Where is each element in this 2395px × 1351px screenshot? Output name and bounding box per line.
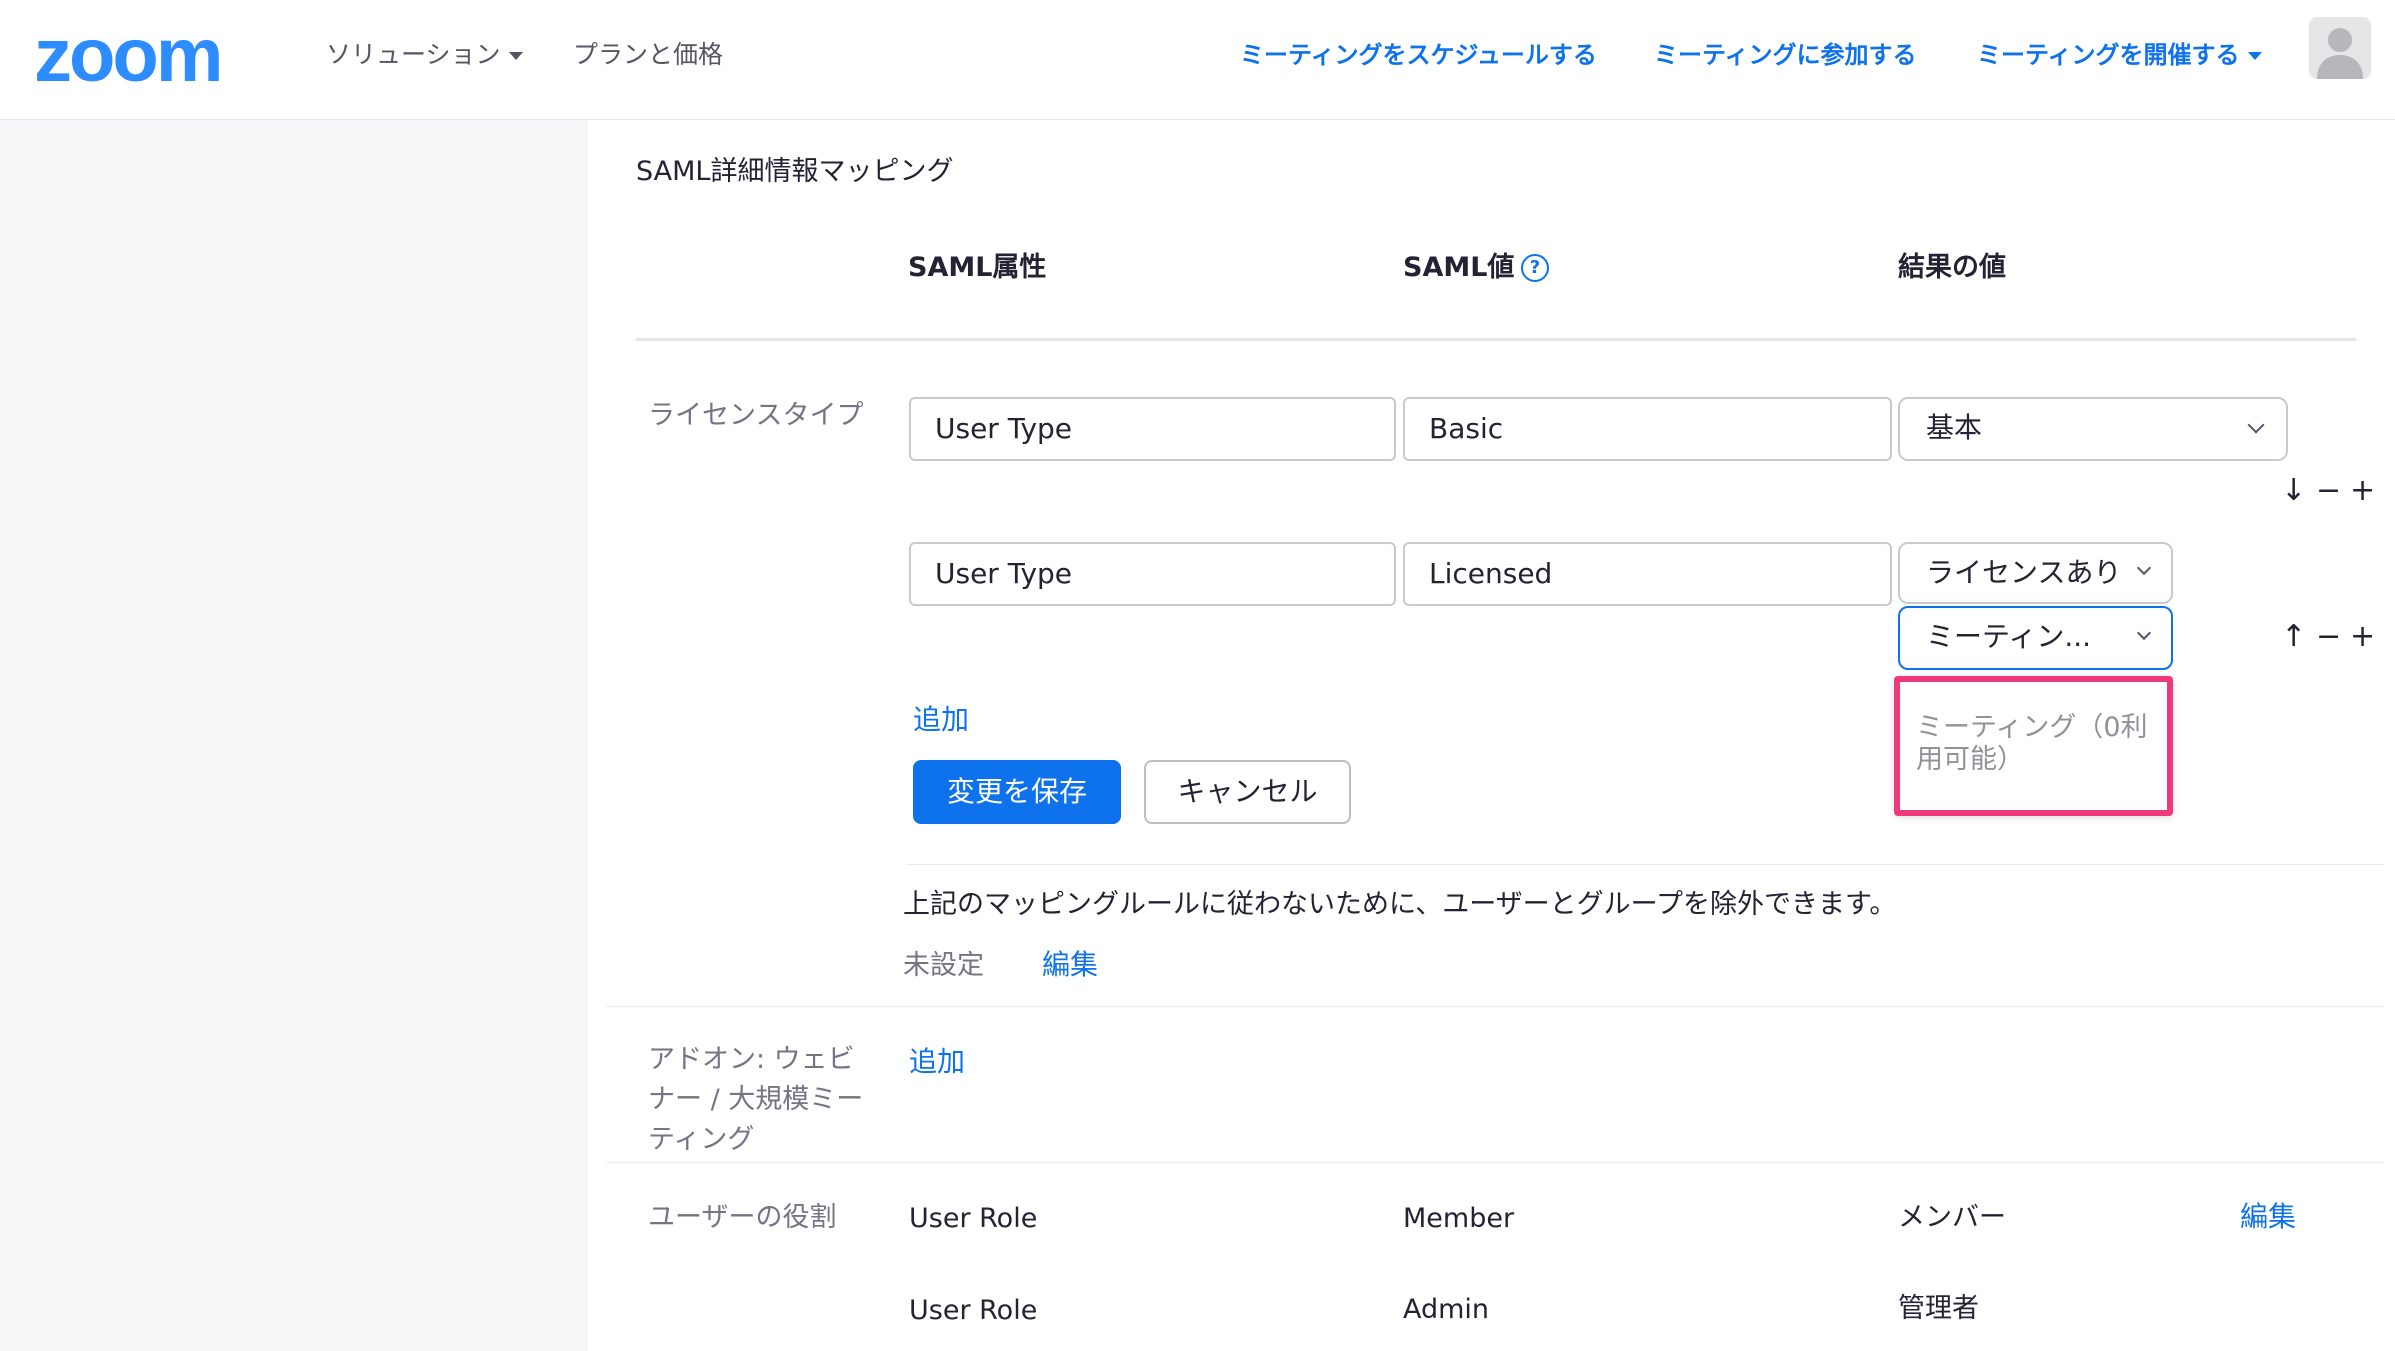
result-value-selected: ライセンスあり <box>1926 556 2122 589</box>
exclusion-edit-link[interactable]: 編集 <box>1042 947 1098 983</box>
nav-host-meeting-label: ミーティングを開催する <box>1977 41 2240 69</box>
result-value-selected: 基本 <box>1926 411 1983 444</box>
addon-label-line: ティング <box>648 1124 755 1155</box>
saml-attribute-field[interactable]: User Type <box>909 542 1396 606</box>
saml-attribute-field[interactable]: User Type <box>909 397 1396 461</box>
nav-plans-pricing[interactable]: プランと価格 <box>573 38 723 72</box>
cancel-button[interactable]: キャンセル <box>1144 760 1351 824</box>
user-role-result: 管理者 <box>1898 1293 1979 1324</box>
addon-add-link[interactable]: 追加 <box>909 1044 965 1080</box>
move-up-button[interactable]: ↑ <box>2281 622 2306 652</box>
nav-schedule-meeting[interactable]: ミーティングをスケジュールする <box>1240 38 1597 72</box>
avatar[interactable] <box>2309 17 2371 79</box>
user-role-value: Member <box>1403 1203 1515 1234</box>
addon-label-line: アドオン: ウェビ <box>648 1044 855 1075</box>
top-header: zoom ソリューション プランと価格 ミーティングをスケジュールする ミーティ… <box>0 0 2395 120</box>
saml-value-field[interactable]: Basic <box>1403 397 1892 461</box>
addon-label: アドオン: ウェビ ナー / 大規模ミー ティング <box>648 1040 863 1160</box>
add-row-button[interactable]: + <box>2350 622 2375 652</box>
zoom-logo[interactable]: zoom <box>34 18 223 94</box>
user-role-edit-link[interactable]: 編集 <box>2240 1199 2296 1235</box>
exclusion-status: 未設定 <box>903 950 984 981</box>
dropdown-menu: ミーティング（0利用可能） <box>1894 676 2173 816</box>
user-role-attribute: User Role <box>909 1295 1038 1326</box>
divider <box>606 1162 2384 1163</box>
nav-join-meeting-label: ミーティングに参加する <box>1654 41 1917 69</box>
chevron-down-icon <box>2136 560 2152 576</box>
dropdown-option-meeting[interactable]: ミーティング（0利用可能） <box>1916 712 2156 776</box>
save-changes-button[interactable]: 変更を保存 <box>913 760 1121 824</box>
chevron-down-icon <box>508 52 523 60</box>
license-type-label: ライセンスタイプ <box>648 400 864 431</box>
nav-host-meeting[interactable]: ミーティングを開催する <box>1977 38 2262 72</box>
user-role-attribute: User Role <box>909 1203 1038 1234</box>
add-row-button[interactable]: + <box>2350 476 2375 506</box>
chevron-down-icon <box>2247 52 2262 60</box>
help-icon[interactable]: ? <box>1521 254 1549 282</box>
add-mapping-link[interactable]: 追加 <box>913 702 969 738</box>
exclusion-description: 上記のマッピングルールに従わないために、ユーザーとグループを除外できます。 <box>903 889 1897 920</box>
section-title: SAML詳細情報マッピング <box>636 156 954 187</box>
header-divider <box>636 338 2356 341</box>
user-role-label: ユーザーの役割 <box>648 1202 837 1233</box>
remove-row-button[interactable]: − <box>2316 622 2341 652</box>
user-role-result: メンバー <box>1898 1202 2006 1233</box>
move-down-button[interactable]: ↓ <box>2281 476 2306 506</box>
nav-plans-pricing-label: プランと価格 <box>573 40 724 69</box>
result-value-select[interactable]: ライセンスあり <box>1898 542 2173 604</box>
result-value-select[interactable]: 基本 <box>1898 397 2288 461</box>
column-header-result: 結果の値 <box>1898 252 2006 283</box>
license-sub-select[interactable]: ミーティン... <box>1898 606 2173 670</box>
column-header-value: SAML値 <box>1403 252 1515 283</box>
divider <box>906 864 2384 865</box>
user-role-value: Admin <box>1403 1294 1490 1325</box>
nav-schedule-meeting-label: ミーティングをスケジュールする <box>1240 41 1597 69</box>
nav-join-meeting[interactable]: ミーティングに参加する <box>1654 38 1917 72</box>
nav-solutions[interactable]: ソリューション <box>326 38 523 72</box>
left-sidebar <box>0 120 588 1351</box>
chevron-down-icon <box>2247 416 2265 434</box>
license-sub-selected: ミーティン... <box>1926 620 2092 653</box>
column-header-attribute: SAML属性 <box>908 252 1047 283</box>
user-silhouette-icon <box>2317 28 2363 79</box>
divider <box>606 1006 2384 1007</box>
saml-value-field[interactable]: Licensed <box>1403 542 1892 606</box>
remove-row-button[interactable]: − <box>2316 476 2341 506</box>
nav-solutions-label: ソリューション <box>326 40 501 69</box>
addon-label-line: ナー / 大規模ミー <box>648 1084 864 1115</box>
chevron-down-icon <box>2136 625 2152 641</box>
